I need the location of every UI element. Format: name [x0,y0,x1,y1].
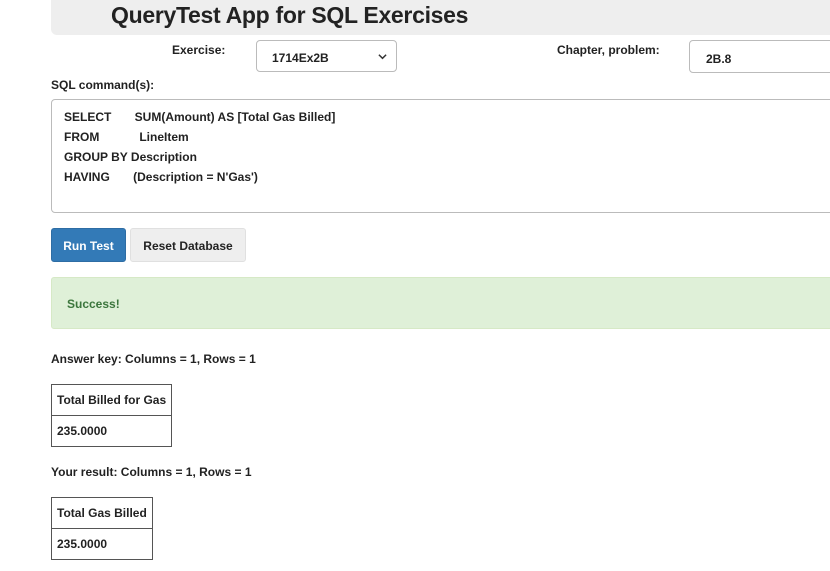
success-message: Success! [67,297,120,311]
sql-label: SQL command(s): [51,78,155,92]
chevron-down-icon [378,54,387,60]
chapter-problem-field[interactable]: 2B.8 [689,40,830,73]
column-header: Total Billed for Gas [50,384,173,416]
your-result-summary: Your result: Columns = 1, Rows = 1 [51,465,252,479]
your-result-table: Total Gas Billed 235.0000 [51,497,153,560]
sql-command-textarea[interactable]: SELECT SUM(Amount) AS [Total Gas Billed]… [51,99,830,213]
chapter-label: Chapter, problem: [557,43,660,57]
sql-line: HAVING (Description = N'Gas') [64,170,258,184]
exercise-select-value: 1714Ex2B [272,51,329,65]
page-title: QueryTest App for SQL Exercises [111,2,469,28]
query-test-page: QueryTest App for SQL Exercises Exercise… [0,0,830,571]
table-row: 235.0000 [50,415,173,447]
answer-key-summary: Answer key: Columns = 1, Rows = 1 [51,352,256,366]
column-header: Total Gas Billed [51,497,153,529]
sql-line: FROM LineItem [64,130,189,144]
sql-line: SELECT SUM(Amount) AS [Total Gas Billed] [64,110,336,124]
exercise-label: Exercise: [172,43,226,57]
table-row: 235.0000 [51,528,153,560]
answer-key-table: Total Billed for Gas 235.0000 [50,384,173,447]
sql-line: GROUP BY Description [64,150,197,164]
table-cell: 235.0000 [51,528,153,560]
table-header-row: Total Gas Billed [51,497,153,529]
chapter-problem-value: 2B.8 [706,52,732,66]
table-header-row: Total Billed for Gas [50,384,173,416]
exercise-select[interactable]: 1714Ex2B [256,40,397,72]
table-cell: 235.0000 [50,415,173,447]
reset-database-button[interactable]: Reset Database [130,228,246,262]
run-test-button[interactable]: Run Test [51,228,126,262]
success-alert: Success! [51,277,830,329]
